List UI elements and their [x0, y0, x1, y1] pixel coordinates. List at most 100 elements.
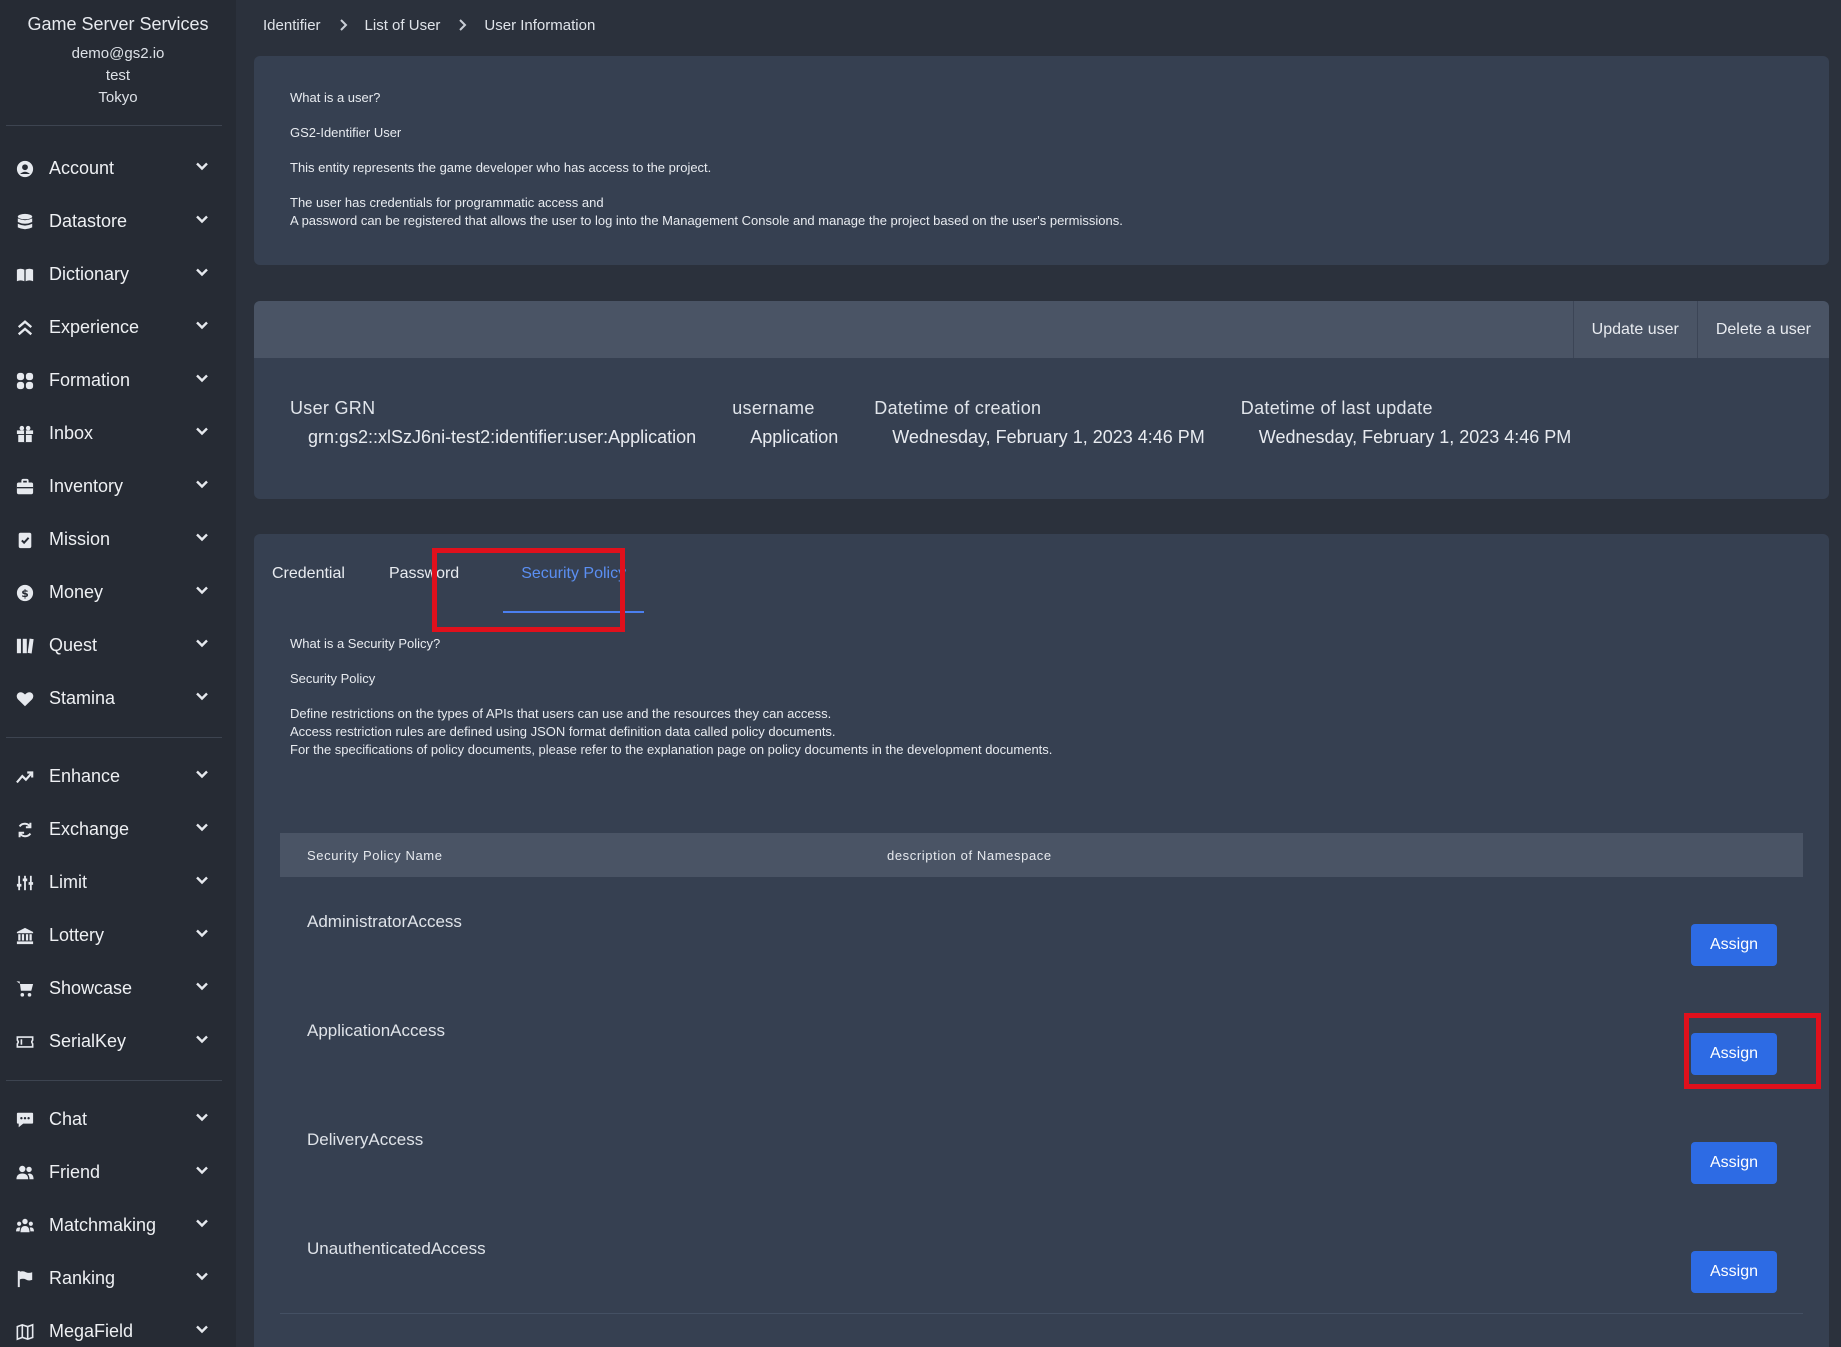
exchange-icon [16, 821, 34, 839]
security-policy-table: Security Policy Name description of Name… [280, 833, 1803, 1314]
field-username: username Application [732, 398, 838, 448]
map-icon [16, 1323, 34, 1341]
field-value: Wednesday, February 1, 2023 4:46 PM [1258, 427, 1572, 447]
sidebar-item-experience[interactable]: Experience [0, 301, 236, 354]
chevron-down-icon[interactable] [194, 211, 210, 232]
tab-password[interactable]: Password [389, 534, 485, 613]
chevron-down-icon[interactable] [194, 925, 210, 946]
users-icon [16, 1164, 34, 1182]
chevron-down-icon[interactable] [194, 158, 210, 179]
user-details-card: Update user Delete a user User GRN grn:g… [254, 301, 1829, 499]
ticket-icon [16, 1033, 34, 1051]
chevron-down-icon[interactable] [194, 688, 210, 709]
sidebar-item-mission[interactable]: Mission [0, 513, 236, 566]
table-row: AdministratorAccess Assign [280, 877, 1803, 986]
sidebar-item-megafield[interactable]: MegaField [0, 1305, 236, 1347]
chat-icon [16, 1111, 34, 1129]
sidebar-item-serialkey[interactable]: SerialKey [0, 1015, 236, 1068]
sidebar-item-matchmaking[interactable]: Matchmaking [0, 1199, 236, 1252]
sidebar-item-formation[interactable]: Formation [0, 354, 236, 407]
sidebar-group-social: Chat Friend Matchmaking Ranking MegaField [0, 1093, 236, 1347]
chevron-down-icon[interactable] [194, 872, 210, 893]
update-user-button[interactable]: Update user [1572, 301, 1697, 358]
gift-icon [16, 425, 34, 443]
chevron-down-icon[interactable] [194, 1031, 210, 1052]
sidebar-item-friend[interactable]: Friend [0, 1146, 236, 1199]
table-row: DeliveryAccess Assign [280, 1095, 1803, 1204]
field-value: Application [750, 427, 839, 447]
assign-button[interactable]: Assign [1691, 1033, 1777, 1075]
field-created: Datetime of creation Wednesday, February… [874, 398, 1205, 448]
database-icon [16, 213, 34, 231]
sidebar-item-exchange[interactable]: Exchange [0, 803, 236, 856]
policy-description: What is a Security Policy? Security Poli… [254, 613, 1829, 759]
chevron-down-icon[interactable] [194, 766, 210, 787]
app-title: Game Server Services [27, 14, 209, 34]
table-header: Security Policy Name description of Name… [280, 833, 1803, 877]
assign-button[interactable]: Assign [1691, 924, 1777, 966]
chevron-down-icon[interactable] [194, 476, 210, 497]
sidebar-item-dictionary[interactable]: Dictionary [0, 248, 236, 301]
chevron-down-icon[interactable] [194, 1215, 210, 1236]
sidebar-item-stamina[interactable]: Stamina [0, 672, 236, 725]
user-fields: User GRN grn:gs2::xlSzJ6ni-test2:identif… [254, 358, 1829, 448]
chevron-down-icon[interactable] [194, 317, 210, 338]
chevron-down-icon[interactable] [194, 978, 210, 999]
sidebar-item-ranking[interactable]: Ranking [0, 1252, 236, 1305]
field-label: Datetime of last update [1240, 398, 1433, 418]
tab-bar: Credential Password Security Policy [254, 534, 1829, 613]
chevron-down-icon[interactable] [194, 423, 210, 444]
sidebar-item-inbox[interactable]: Inbox [0, 407, 236, 460]
sidebar-item-datastore[interactable]: Datastore [0, 195, 236, 248]
sidebar-item-label: Ranking [49, 1268, 116, 1288]
chevron-down-icon[interactable] [194, 1268, 210, 1289]
policy-name: AdministratorAccess [307, 911, 462, 931]
sidebar-item-enhance[interactable]: Enhance [0, 750, 236, 803]
table-row: UnauthenticatedAccess Assign [280, 1204, 1803, 1313]
sidebar-item-quest[interactable]: Quest [0, 619, 236, 672]
intro-heading: What is a user? [290, 90, 381, 105]
svg-text:$: $ [21, 587, 29, 600]
delete-user-button[interactable]: Delete a user [1696, 301, 1829, 358]
chevron-down-icon[interactable] [194, 1162, 210, 1183]
policy-text: Define restrictions on the types of APIs… [290, 706, 832, 721]
chevron-down-icon[interactable] [194, 1109, 210, 1130]
chevron-down-icon[interactable] [194, 370, 210, 391]
sidebar-item-label: Enhance [49, 766, 121, 786]
field-label: Datetime of creation [874, 398, 1042, 418]
chevron-down-icon[interactable] [194, 582, 210, 603]
chevron-down-icon[interactable] [194, 264, 210, 285]
user-intro-card: What is a user? GS2-Identifier User This… [254, 56, 1829, 265]
sidebar-item-money[interactable]: $ Money [0, 566, 236, 619]
intro-text: The user has credentials for programmati… [290, 195, 604, 210]
sidebar-item-inventory[interactable]: Inventory [0, 460, 236, 513]
sidebar-item-chat[interactable]: Chat [0, 1093, 236, 1146]
sidebar-item-lottery[interactable]: Lottery [0, 909, 236, 962]
intro-text: This entity represents the game develope… [290, 160, 712, 175]
assign-button[interactable]: Assign [1691, 1142, 1777, 1184]
sidebar-group-economy: Enhance Exchange Limit Lottery Showcase Seria… [0, 750, 236, 1068]
chevron-down-icon[interactable] [194, 819, 210, 840]
tab-security-policy[interactable]: Security Policy [503, 534, 645, 613]
chevron-down-icon[interactable] [194, 529, 210, 550]
policy-text: For the specifications of policy documen… [290, 742, 1053, 757]
breadcrumb-list-of-user[interactable]: List of User [365, 17, 441, 34]
sidebar-item-showcase[interactable]: Showcase [0, 962, 236, 1015]
sidebar-item-label: MegaField [49, 1321, 134, 1341]
field-user-grn: User GRN grn:gs2::xlSzJ6ni-test2:identif… [290, 398, 696, 448]
chevron-down-icon[interactable] [194, 635, 210, 656]
cart-icon [16, 980, 34, 998]
sidebar-group-services: Account Datastore Dictionary Experience Form… [0, 126, 236, 725]
map-book-icon [16, 637, 34, 655]
breadcrumb-user-information: User Information [484, 16, 596, 34]
chevron-down-icon[interactable] [194, 1321, 210, 1342]
tab-credential[interactable]: Credential [272, 534, 371, 613]
team-icon [16, 1217, 34, 1235]
sidebar-item-account[interactable]: Account [0, 142, 236, 195]
flag-icon [16, 1270, 34, 1288]
breadcrumb-identifier[interactable]: Identifier [263, 17, 321, 34]
sidebar-item-label: Formation [49, 370, 131, 390]
sidebar-item-limit[interactable]: Limit [0, 856, 236, 909]
assign-button[interactable]: Assign [1691, 1251, 1777, 1293]
sidebar-item-label: Mission [49, 529, 111, 549]
